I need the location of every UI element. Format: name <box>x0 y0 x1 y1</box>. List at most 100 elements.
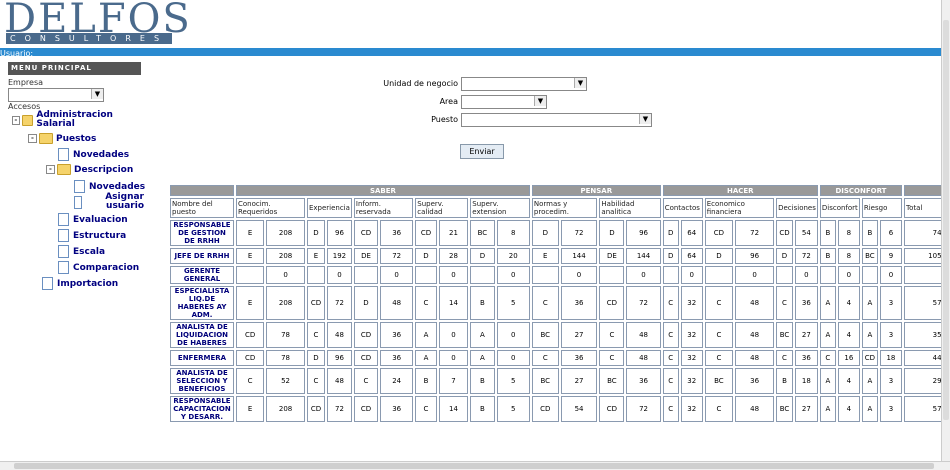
tree-item-escala[interactable]: Escala <box>58 245 105 258</box>
table-cell: E <box>236 220 265 246</box>
table-cell: 18 <box>879 350 902 366</box>
tree-label: Comparacion <box>73 262 140 273</box>
table-cell: BC <box>599 368 625 394</box>
table-cell: 7 <box>438 368 469 394</box>
table-cell: C <box>306 322 326 348</box>
tree-label: Escala <box>73 246 106 257</box>
enviar-button[interactable]: Enviar <box>460 144 504 159</box>
area-select[interactable]: ▼ <box>461 95 547 109</box>
table-cell: E <box>236 248 265 264</box>
column-header: Decisiones <box>776 198 818 218</box>
table-cell: CD <box>704 220 734 246</box>
table-cell: 6 <box>879 220 902 246</box>
table-cell: CD <box>236 322 265 348</box>
table-cell: C <box>704 286 734 320</box>
tree-item-estructura[interactable]: Estructura <box>58 229 126 242</box>
column-header: Economico financiera <box>704 198 775 218</box>
table-cell: 4 <box>837 368 860 394</box>
table-cell: BC <box>470 220 495 246</box>
table-cell: CD <box>353 350 379 366</box>
group-header-cell: DISCONFORT <box>819 185 902 196</box>
scroll-thumb[interactable] <box>943 20 949 420</box>
table-cell: 72 <box>327 286 352 320</box>
table-cell: 72 <box>327 396 352 422</box>
page-icon <box>58 245 69 258</box>
page-icon <box>58 229 69 242</box>
table-cell: C <box>704 322 734 348</box>
column-header: Contactos <box>662 198 703 218</box>
group-header-row: SABER PENSAR HACER DISCONFORT <box>170 185 948 196</box>
table-cell: 36 <box>735 368 775 394</box>
chevron-down-icon: ▼ <box>574 78 586 88</box>
table-cell: 208 <box>266 248 305 264</box>
table-cell: 4 <box>837 286 860 320</box>
table-cell: C <box>599 350 625 366</box>
collapse-icon: - <box>46 165 55 174</box>
puesto-label: Puesto <box>431 115 458 124</box>
table-cell: 48 <box>380 286 414 320</box>
tree-item-puestos[interactable]: - Puestos <box>28 133 96 144</box>
column-header: Superv. extension <box>470 198 530 218</box>
table-cell: 0 <box>380 266 414 284</box>
tree-item-descripcion[interactable]: - Descripcion <box>46 164 133 175</box>
table-row: JEFE DE RRHH E 208 E 192 DE 72 D 28 D 20 E 144 DE 144 D… <box>170 248 948 264</box>
table-cell: 36 <box>380 322 414 348</box>
table-cell: 72 <box>735 220 775 246</box>
table-cell: 54 <box>794 220 818 246</box>
tree-label: Importacion <box>57 278 119 289</box>
table-cell: CD <box>353 396 379 422</box>
table-cell: 72 <box>794 248 818 264</box>
table-cell: CD <box>236 350 265 366</box>
table-cell <box>470 266 495 284</box>
tree-item-importacion[interactable]: Importacion <box>42 277 118 290</box>
table-cell: CD <box>306 396 326 422</box>
table-cell: 32 <box>680 396 703 422</box>
table-cell: 0 <box>496 350 530 366</box>
tree-item-evaluacion[interactable]: Evaluacion <box>58 213 128 226</box>
top-bar <box>0 48 942 56</box>
table-cell <box>236 266 265 284</box>
tree-item-comparacion[interactable]: Comparacion <box>58 261 139 274</box>
vertical-scrollbar[interactable] <box>941 0 950 462</box>
table-cell: 3 <box>879 322 902 348</box>
column-header: Inform. reservada <box>353 198 414 218</box>
table-cell: 48 <box>327 322 352 348</box>
page-icon <box>58 261 69 274</box>
table-cell: 5 <box>496 396 530 422</box>
column-header: Superv. calidad <box>415 198 469 218</box>
empresa-select[interactable]: ▼ <box>8 88 104 102</box>
table-cell: A <box>819 396 836 422</box>
table-cell: 0 <box>266 266 305 284</box>
horizontal-scrollbar[interactable] <box>0 461 950 470</box>
tree-item-asignar-usuario[interactable]: Asignar usuario <box>74 193 144 211</box>
table-cell: 192 <box>327 248 352 264</box>
table-cell: B <box>470 368 495 394</box>
job-name-cell: ESPECIALISTA LIQ.DE HABERES AY ADM. <box>170 286 234 320</box>
tree-item-novedades[interactable]: Novedades <box>58 148 129 161</box>
table-cell: BC <box>704 368 734 394</box>
column-header: Normas y procedim. <box>531 198 598 218</box>
table-cell: D <box>306 220 326 246</box>
tree-label: Evaluacion <box>73 214 128 225</box>
table-cell: 0 <box>680 266 703 284</box>
tree-item-administracion[interactable]: - Administracion Salarial <box>12 111 132 129</box>
table-cell: 48 <box>626 350 661 366</box>
table-row: RESPONSABLE DE GESTION DE RRHH E 208 D 96 CD 3… <box>170 220 948 246</box>
table-cell: D <box>353 286 379 320</box>
folder-open-icon <box>21 114 34 126</box>
puesto-select[interactable]: ▼ <box>461 113 652 127</box>
table-cell: 24 <box>380 368 414 394</box>
table-cell: 0 <box>626 266 661 284</box>
unidad-select[interactable]: ▼ <box>461 77 587 91</box>
table-cell: 0 <box>496 266 530 284</box>
table-cell: E <box>531 248 559 264</box>
table-cell: CD <box>306 286 326 320</box>
page-icon <box>58 148 69 161</box>
chevron-down-icon: ▼ <box>639 114 651 124</box>
table-cell: CD <box>599 396 625 422</box>
table-cell: 96 <box>327 220 352 246</box>
tree-label: Asignar usuario <box>105 192 144 211</box>
table-cell: 52 <box>266 368 305 394</box>
scroll-thumb[interactable] <box>14 463 934 469</box>
table-cell: 208 <box>266 286 305 320</box>
